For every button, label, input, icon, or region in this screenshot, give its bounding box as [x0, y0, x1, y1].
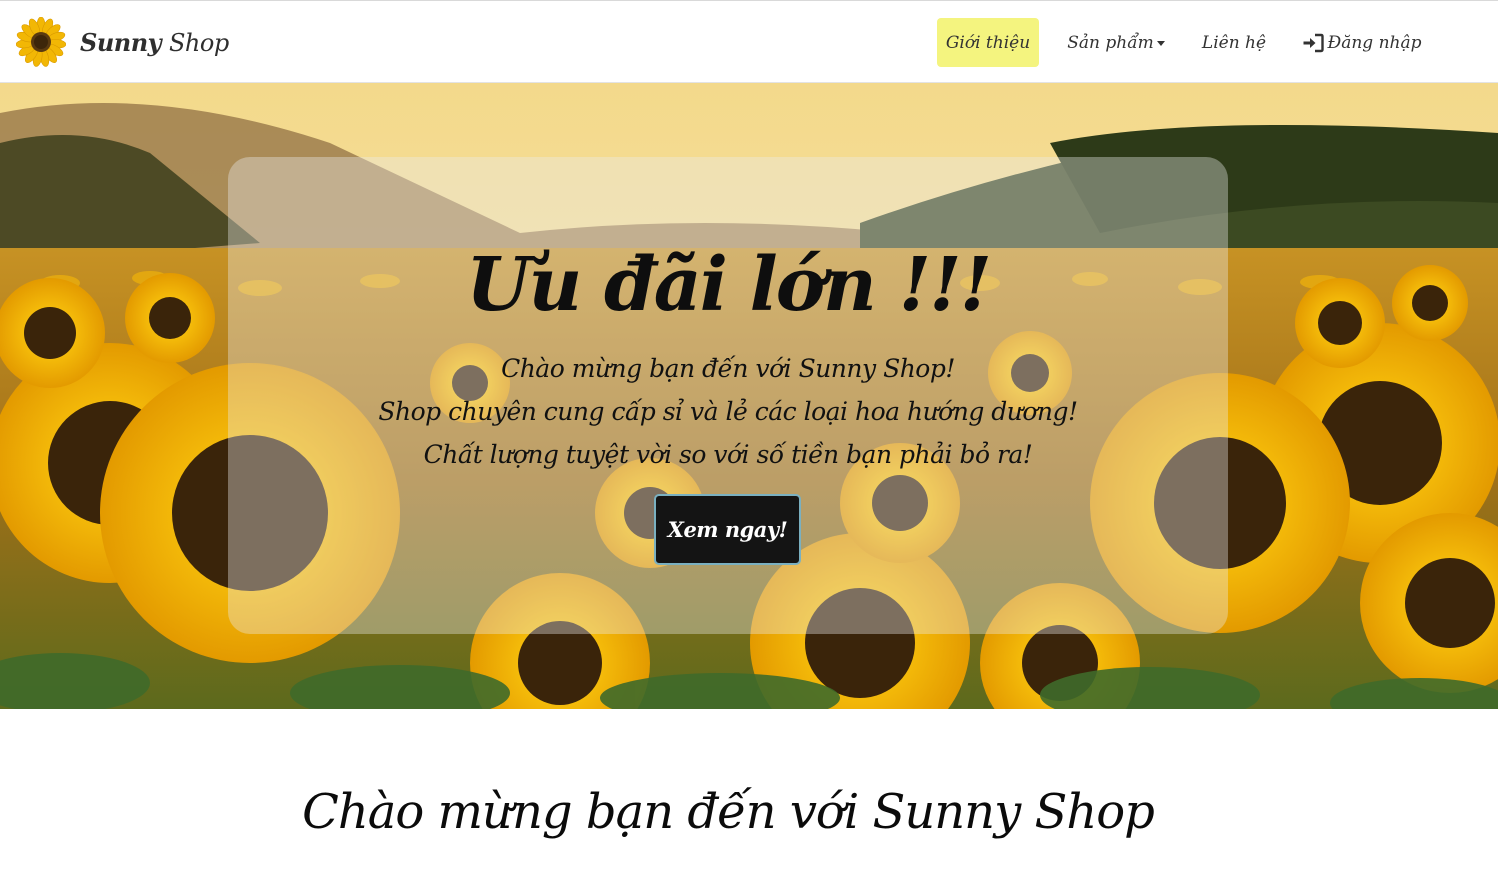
hero-banner: Ưu đãi lớn !!! Chào mừng bạn đến với Sun…	[0, 83, 1498, 709]
hero-title: Ưu đãi lớn !!!	[465, 242, 992, 328]
nav-item-login-label: Đăng nhập	[1327, 32, 1422, 53]
nav-item-login[interactable]: Đăng nhập	[1292, 18, 1432, 67]
hero-text-line: Chất lượng tuyệt vời so với số tiền bạn …	[423, 440, 1033, 469]
nav-item-contact[interactable]: Liên hệ	[1192, 18, 1276, 67]
nav-item-about-label: Giới thiệu	[945, 32, 1031, 53]
hero-text-line: Shop chuyên cung cấp sỉ và lẻ các loại h…	[378, 397, 1078, 426]
nav-item-about[interactable]: Giới thiệu	[937, 18, 1039, 67]
brand-link[interactable]: Sunny Shop	[16, 17, 229, 67]
caret-down-icon	[1156, 41, 1165, 46]
welcome-heading: Chào mừng bạn đến với Sunny Shop	[302, 784, 1155, 840]
nav-item-contact-label: Liên hệ	[1201, 32, 1267, 53]
top-navbar: Sunny Shop Giới thiệu Sản phẩm Liên hệ Đ…	[0, 0, 1498, 83]
nav-item-products[interactable]: Sản phẩm	[1058, 18, 1174, 67]
nav-item-products-label: Sản phẩm	[1067, 32, 1154, 53]
hero-text-line: Chào mừng bạn đến với Sunny Shop!	[501, 354, 955, 383]
view-now-button[interactable]: Xem ngay!	[654, 494, 801, 565]
brand-name: Sunny Shop	[80, 27, 229, 57]
hero-panel: Ưu đãi lớn !!! Chào mừng bạn đến với Sun…	[228, 157, 1228, 634]
login-icon	[1303, 33, 1325, 52]
sunflower-icon	[16, 17, 66, 67]
